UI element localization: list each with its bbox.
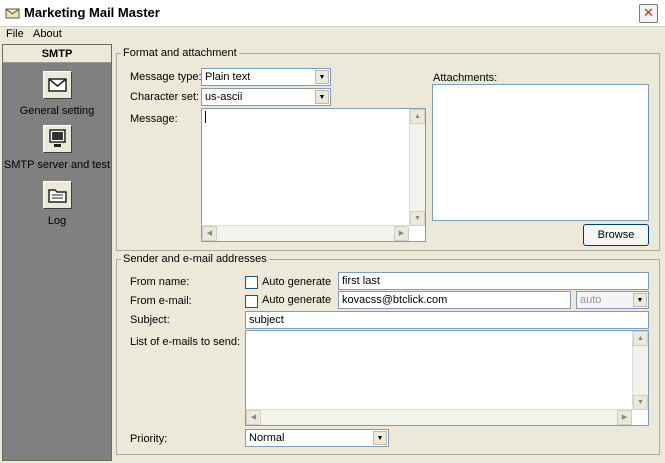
dropdown-arrow-icon[interactable]: ▼: [633, 293, 647, 307]
attachments-label: Attachments:: [433, 72, 498, 84]
message-textarea[interactable]: ▲ ▼ ◀ ▶: [201, 108, 426, 242]
scroll-up-icon[interactable]: ▲: [410, 109, 425, 124]
message-type-select[interactable]: Plain text ▼: [201, 68, 331, 86]
close-button[interactable]: ✕: [639, 4, 658, 23]
sender-group-title: Sender and e-mail addresses: [121, 253, 269, 265]
close-icon: ✕: [643, 5, 654, 20]
email-mode-value: auto: [580, 294, 602, 306]
sidebar-item-log[interactable]: Log: [3, 181, 111, 231]
attachments-list[interactable]: [432, 84, 649, 221]
dropdown-arrow-icon[interactable]: ▼: [315, 90, 329, 104]
scroll-down-icon[interactable]: ▼: [410, 211, 425, 226]
scroll-down-icon[interactable]: ▼: [633, 395, 648, 410]
email-list-textarea[interactable]: ▲ ▼ ◀ ▶: [245, 330, 649, 426]
scroll-right-icon[interactable]: ▶: [394, 226, 409, 241]
email-list-vertical-scrollbar[interactable]: ▲ ▼: [632, 331, 648, 410]
from-name-input[interactable]: first last: [338, 272, 649, 290]
title-bar: Marketing Mail Master ✕: [0, 0, 665, 27]
auto-generate-email-checkbox[interactable]: [245, 295, 258, 308]
menu-bar: File About: [0, 27, 665, 44]
from-email-value: kovacss@btclick.com: [342, 294, 448, 306]
scroll-up-icon[interactable]: ▲: [633, 331, 648, 346]
charset-label: Character set:: [130, 91, 200, 103]
text-cursor: [205, 111, 206, 123]
scroll-left-icon[interactable]: ◀: [202, 226, 217, 241]
browse-button[interactable]: Browse: [583, 224, 649, 246]
app-envelope-icon: [5, 8, 20, 19]
priority-label: Priority:: [130, 433, 168, 445]
sidebar-item-smtp-server[interactable]: SMTP server and test: [3, 125, 111, 175]
auto-generate-name-label: Auto generate: [262, 276, 332, 288]
menu-file[interactable]: File: [6, 28, 24, 40]
message-horizontal-scrollbar[interactable]: ◀ ▶: [202, 225, 409, 241]
subject-label: Subject:: [130, 314, 170, 326]
scroll-left-icon[interactable]: ◀: [246, 410, 261, 425]
from-email-input[interactable]: kovacss@btclick.com: [338, 291, 571, 309]
sidebar-item-label: Log: [47, 215, 67, 227]
format-group-title: Format and attachment: [121, 47, 239, 59]
subject-value: subject: [249, 314, 284, 326]
email-list-horizontal-scrollbar[interactable]: ◀ ▶: [246, 409, 632, 425]
server-monitor-icon: [43, 125, 72, 153]
scroll-right-icon[interactable]: ▶: [617, 410, 632, 425]
sidebar-item-general-setting[interactable]: General setting: [3, 71, 111, 121]
message-type-label: Message type:: [130, 71, 202, 83]
dropdown-arrow-icon[interactable]: ▼: [373, 431, 387, 445]
charset-select[interactable]: us-ascii ▼: [201, 88, 331, 106]
from-email-label: From e-mail:: [130, 295, 192, 307]
message-label: Message:: [130, 113, 178, 125]
sidebar-header: SMTP: [3, 45, 111, 63]
sidebar-item-label: SMTP server and test: [3, 159, 111, 171]
subject-input[interactable]: subject: [245, 311, 649, 329]
envelope-icon: [43, 71, 72, 99]
auto-generate-email-label: Auto generate: [262, 294, 332, 306]
window-title: Marketing Mail Master: [24, 5, 160, 20]
message-vertical-scrollbar[interactable]: ▲ ▼: [409, 109, 425, 226]
message-type-value: Plain text: [205, 71, 251, 83]
priority-value: Normal: [249, 432, 285, 444]
log-folder-icon: [43, 181, 72, 209]
dropdown-arrow-icon[interactable]: ▼: [315, 70, 329, 84]
from-name-value: first last: [342, 275, 380, 287]
sidebar: SMTP General setting SMTP server and tes…: [2, 44, 112, 461]
email-list-label: List of e-mails to send:: [130, 336, 241, 348]
charset-value: us-ascii: [205, 91, 243, 103]
from-name-label: From name:: [130, 276, 190, 288]
sidebar-item-label: General setting: [19, 105, 95, 117]
auto-generate-name-checkbox[interactable]: [245, 276, 258, 289]
priority-select[interactable]: Normal ▼: [245, 429, 389, 447]
email-mode-select[interactable]: auto ▼: [576, 291, 649, 309]
menu-about[interactable]: About: [33, 28, 62, 40]
